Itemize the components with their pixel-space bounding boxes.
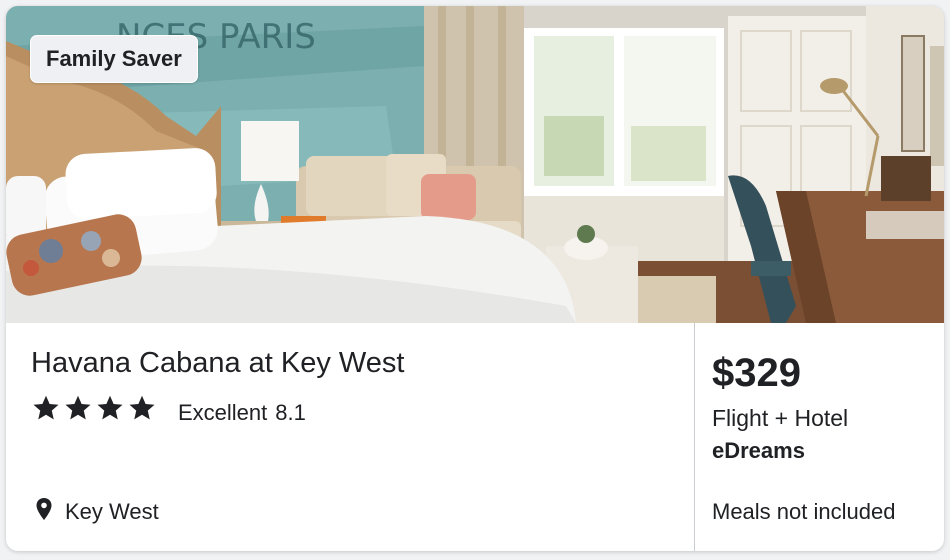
star-icon	[65, 395, 91, 420]
star-rating	[31, 393, 157, 423]
star-icon	[33, 395, 59, 420]
family-saver-badge: Family Saver	[30, 35, 198, 83]
package-type: Flight + Hotel	[712, 405, 849, 431]
guest-rating: Excellent 8.1	[178, 400, 306, 426]
meals-info: Meals not included	[712, 499, 896, 524]
rating-score: 8.1	[275, 400, 306, 425]
star-icon	[97, 395, 123, 420]
rating-label: Excellent	[178, 400, 268, 425]
hotel-info-panel: Havana Cabana at Key West Excellent 8.1 …	[6, 323, 694, 551]
hotel-name[interactable]: Havana Cabana at Key West	[31, 347, 404, 380]
map-pin-icon	[36, 498, 52, 520]
price: $329	[712, 351, 801, 395]
location-label: Key West	[65, 499, 159, 524]
location: Key West	[35, 493, 159, 525]
star-icon	[129, 395, 155, 420]
hotel-deal-card[interactable]: NCES PARIS Family Saver Havana Cabana at…	[6, 6, 944, 551]
provider-name: eDreams	[712, 438, 805, 463]
price-panel: $329 Flight + Hotel eDreams Meals not in…	[695, 323, 944, 551]
